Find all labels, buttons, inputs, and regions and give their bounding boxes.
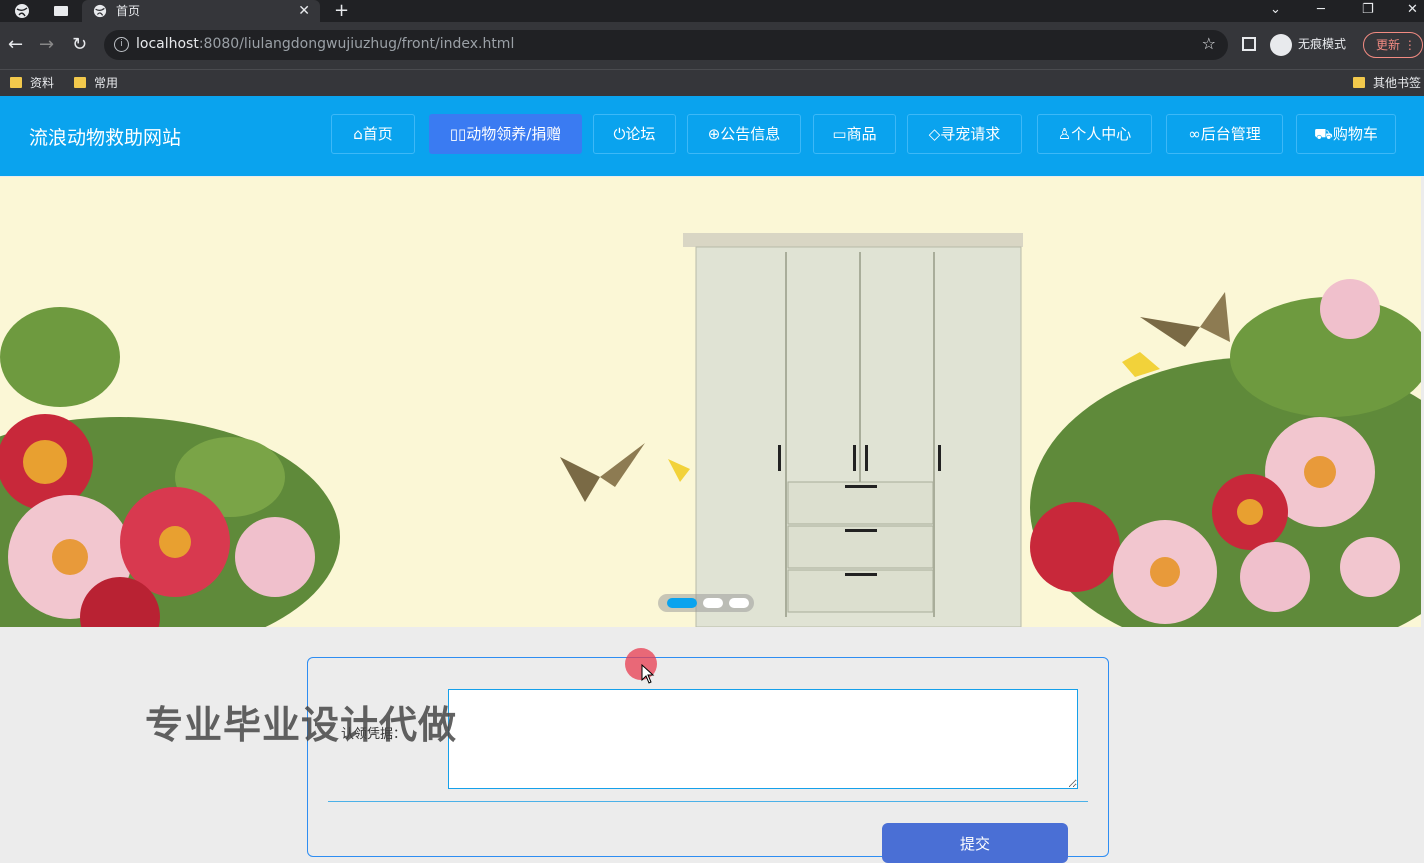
url-host: localhost <box>136 36 199 52</box>
minimize-icon[interactable]: ─ <box>1317 0 1325 20</box>
nav-label: 购物车 <box>1332 125 1378 143</box>
claim-evidence-textarea[interactable] <box>448 689 1078 789</box>
nav-label: 动物领养/捐赠 <box>466 125 562 143</box>
update-label: 更新 <box>1376 38 1401 52</box>
nav-home[interactable]: ⌂首页 <box>331 114 415 154</box>
bookmarks-bar: 资料 常用 其他书签 <box>0 69 1424 96</box>
back-icon[interactable]: ← <box>8 34 23 56</box>
carousel-dot-active[interactable] <box>667 598 697 608</box>
watermark-text: 专业毕业设计代做 <box>145 703 458 747</box>
submit-button[interactable]: 提交 <box>882 823 1068 863</box>
mouse-cursor-icon <box>641 664 655 684</box>
tab-title: 首页 <box>116 4 141 18</box>
carousel-dot[interactable] <box>703 598 723 608</box>
address-bar[interactable]: i localhost:8080/liulangdongwujiuzhug/fr… <box>104 30 1228 60</box>
active-tab[interactable]: 首页 ✕ <box>82 0 320 22</box>
banner-image <box>0 233 1421 627</box>
window-close-icon[interactable]: ✕ <box>1407 0 1418 20</box>
incognito-icon <box>1270 33 1292 56</box>
close-icon[interactable]: ✕ <box>298 0 310 22</box>
other-bookmarks[interactable]: 其他书签 <box>1353 75 1421 91</box>
nav-cart[interactable]: ⛟购物车 <box>1296 114 1396 154</box>
nav-label: 商品 <box>846 125 877 143</box>
bookmark-folder[interactable]: 常用 <box>74 75 118 91</box>
reload-icon[interactable]: ↻ <box>72 34 87 56</box>
nav-label: 首页 <box>362 125 393 143</box>
bookmark-label: 常用 <box>94 76 119 90</box>
claim-form: 认领凭据： 提交 <box>307 657 1109 863</box>
folder-icon <box>1353 77 1365 88</box>
nav-label: 寻宠请求 <box>940 125 1001 143</box>
peony-flowers-left <box>0 307 340 627</box>
folder-icon <box>10 77 22 88</box>
side-panel-icon[interactable] <box>1242 37 1256 51</box>
nav-personal-center[interactable]: ♙个人中心 <box>1037 114 1152 154</box>
nav-adoption-donation[interactable]: ▯▯动物领养/捐赠 <box>429 114 582 154</box>
chevron-down-icon[interactable]: ⌄ <box>1270 0 1281 20</box>
nav-admin[interactable]: ∞后台管理 <box>1166 114 1283 154</box>
url-text: localhost:8080/liulangdongwujiuzhug/fron… <box>136 36 514 52</box>
site-title: 流浪动物救助网站 <box>29 127 182 149</box>
wardrobe-image <box>683 233 1023 627</box>
forward-icon[interactable]: → <box>39 34 54 56</box>
restore-icon[interactable]: ❐ <box>1362 0 1374 20</box>
folder-icon <box>74 77 86 88</box>
nav-label: 后台管理 <box>1200 125 1261 143</box>
other-bookmarks-label: 其他书签 <box>1373 76 1422 90</box>
incognito-indicator[interactable]: 无痕模式 <box>1270 32 1346 56</box>
nav-forum[interactable]: ⏻论坛 <box>593 114 676 154</box>
new-tab-icon[interactable]: + <box>334 0 349 22</box>
globe-icon <box>93 4 107 18</box>
tab-grid-icon[interactable] <box>53 3 69 19</box>
browser-toolbar: ← → ↻ i localhost:8080/liulangdongwujiuz… <box>0 22 1424 69</box>
bookmark-folder[interactable]: 资料 <box>10 75 54 91</box>
browser-tab-strip: 首页 ✕ + ⌄ ─ ❐ ✕ <box>0 0 1424 22</box>
site-header: 流浪动物救助网站 ⌂首页 ▯▯动物领养/捐赠 ⏻论坛 ⊕公告信息 ▭商品 ◇寻宠… <box>0 96 1424 176</box>
update-button[interactable]: 更新 ⋮ <box>1363 32 1423 58</box>
nav-label: 公告信息 <box>720 125 781 143</box>
info-icon[interactable]: i <box>114 37 129 52</box>
form-divider <box>328 801 1088 802</box>
nav-announcements[interactable]: ⊕公告信息 <box>687 114 801 154</box>
carousel-dot[interactable] <box>729 598 749 608</box>
carousel-indicators <box>658 594 754 612</box>
incognito-label: 无痕模式 <box>1298 37 1347 51</box>
nav-label: 论坛 <box>625 125 656 143</box>
globe-icon[interactable] <box>14 3 30 19</box>
bookmark-label: 资料 <box>30 76 55 90</box>
carousel-banner[interactable] <box>0 177 1421 627</box>
nav-products[interactable]: ▭商品 <box>813 114 896 154</box>
url-path: :8080/liulangdongwujiuzhug/front/index.h… <box>198 36 515 52</box>
nav-label: 个人中心 <box>1071 125 1132 143</box>
star-icon[interactable]: ☆ <box>1202 34 1216 53</box>
nav-pet-search[interactable]: ◇寻宠请求 <box>907 114 1022 154</box>
